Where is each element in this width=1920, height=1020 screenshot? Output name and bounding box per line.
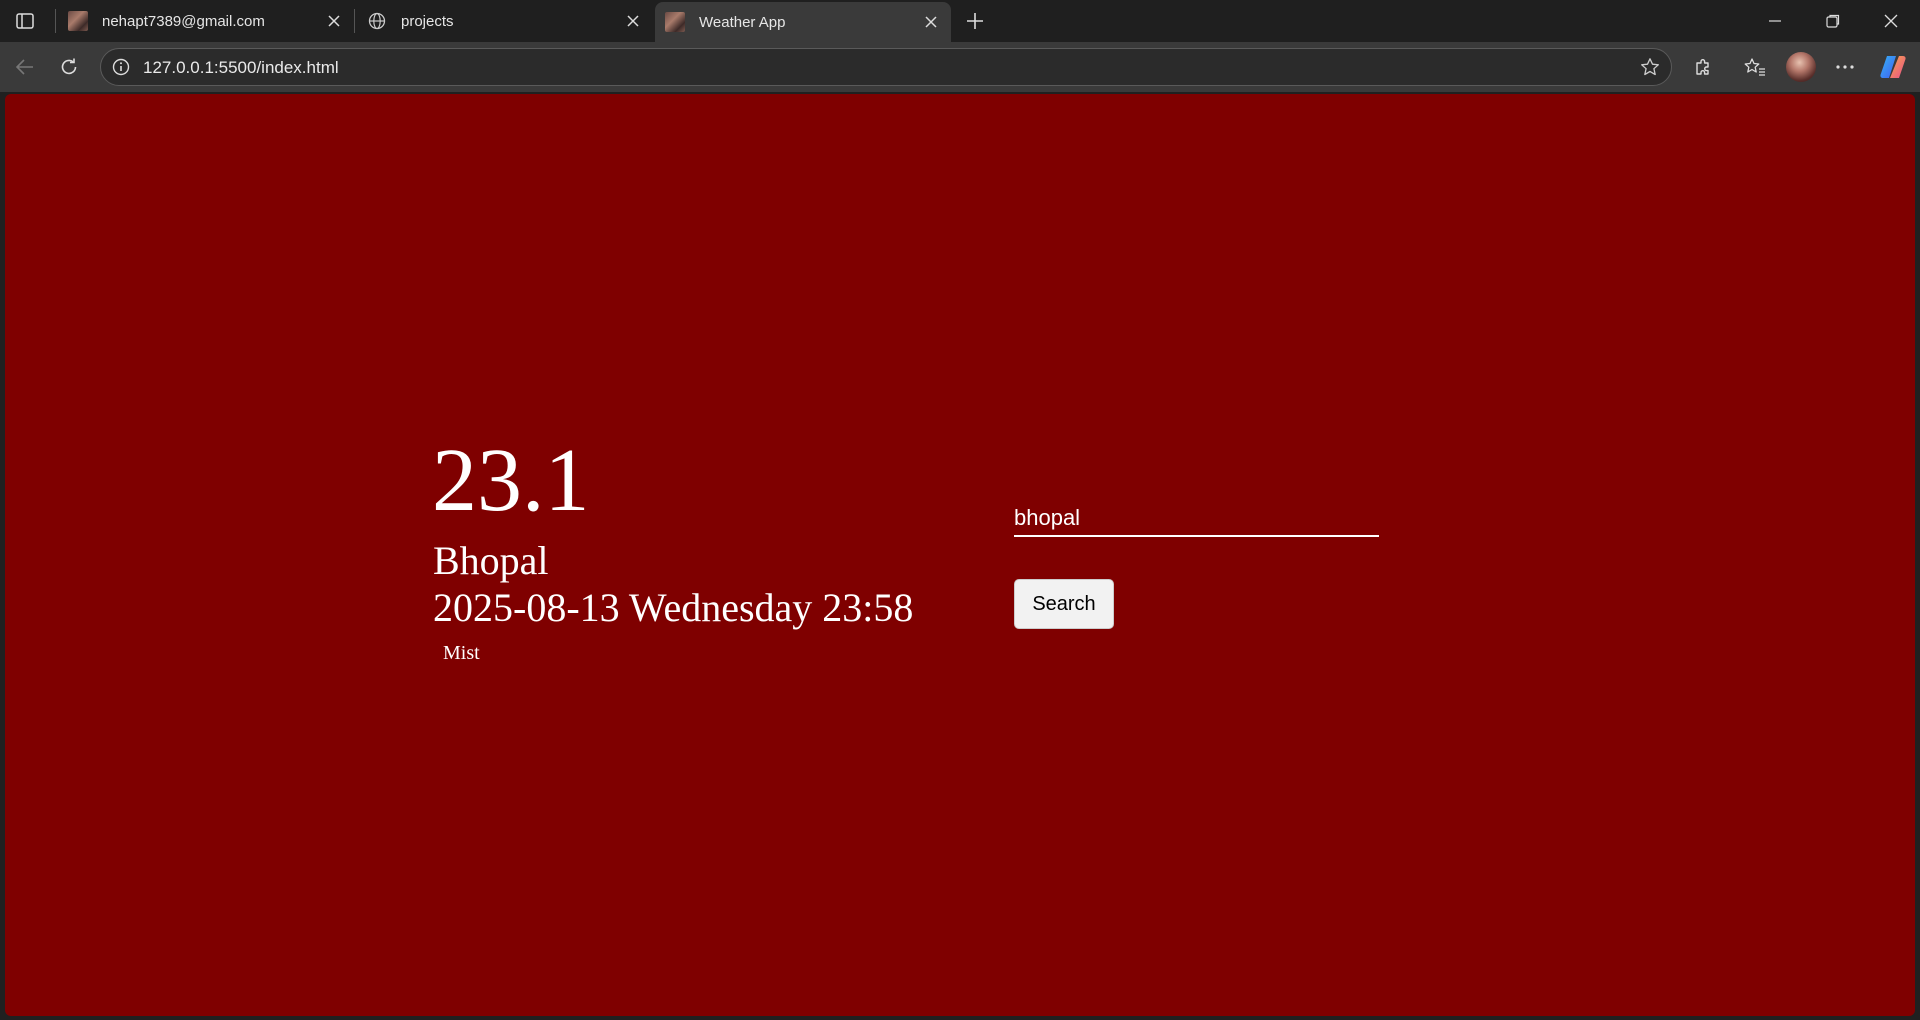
address-bar[interactable]: 127.0.0.1:5500/index.html [100,48,1672,86]
browser-toolbar: 127.0.0.1:5500/index.html [0,42,1920,92]
weather-condition: Mist [443,642,480,664]
tab-title: nehapt7389@gmail.com [102,12,265,30]
tab-title: projects [401,12,454,30]
info-icon[interactable] [111,57,131,77]
profile-photo-favicon-icon [68,11,88,31]
tab-strip: nehapt7389@gmail.com projects Weather Ap… [0,0,1920,42]
tab-projects[interactable]: projects [357,0,653,42]
extensions-puzzle-icon[interactable] [1686,50,1720,84]
globe-icon [367,11,387,31]
refresh-icon[interactable] [52,50,86,84]
city-search-input[interactable] [1014,501,1379,537]
profile-photo-favicon-icon [665,12,685,32]
tab-weather-app[interactable]: Weather App [655,2,951,42]
tab-gmail[interactable]: nehapt7389@gmail.com [58,0,354,42]
url-text: 127.0.0.1:5500/index.html [143,58,339,77]
close-icon[interactable] [917,8,945,36]
favorite-star-icon[interactable] [1639,56,1661,78]
close-icon[interactable] [619,7,647,35]
minimize-icon[interactable] [1746,0,1804,42]
new-tab-plus-icon[interactable] [960,6,990,36]
restore-icon[interactable] [1804,0,1862,42]
tab-title: Weather App [699,13,786,31]
profile-avatar[interactable] [1786,52,1816,82]
close-icon[interactable] [320,7,348,35]
search-button[interactable]: Search [1014,579,1114,629]
favorites-icon[interactable] [1738,50,1772,84]
more-options-icon[interactable] [1828,50,1862,84]
tab-separator [55,9,56,33]
date-time: 2025-08-13 Wednesday 23:58 [433,585,914,630]
tab-separator [354,9,355,33]
weather-app-page: 23.1 Bhopal 2025-08-13 Wednesday 23:58 M… [5,94,1915,1016]
sidebar-toggle-icon[interactable] [12,9,38,33]
close-window-icon[interactable] [1862,0,1920,42]
back-arrow-icon[interactable] [8,50,42,84]
city-name: Bhopal [433,538,549,583]
copilot-icon[interactable] [1878,52,1908,82]
temperature-value: 23.1 [432,431,590,530]
